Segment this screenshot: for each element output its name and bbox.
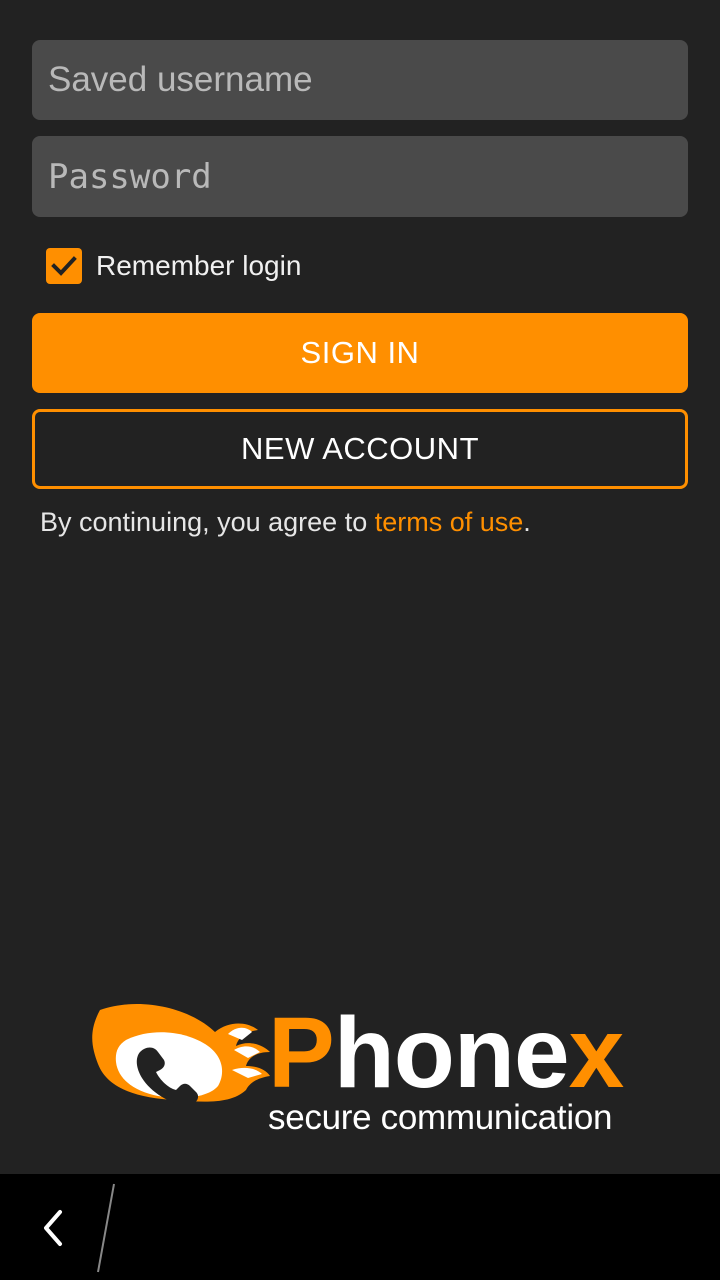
brand-letter-p: P (268, 997, 335, 1109)
brand-letters-hone: hone (333, 997, 570, 1109)
chevron-left-icon[interactable] (30, 1202, 80, 1252)
terms-notice: By continuing, you agree to terms of use… (40, 507, 531, 538)
brand-name: Phonex (268, 1003, 624, 1103)
checkmark-icon (51, 256, 77, 276)
remember-checkbox[interactable] (46, 248, 82, 284)
password-field[interactable] (32, 136, 688, 217)
terms-of-use-link[interactable]: terms of use (375, 507, 524, 537)
new-account-label: NEW ACCOUNT (241, 431, 479, 466)
remember-label: Remember login (96, 250, 302, 281)
remember-login-toggle[interactable]: Remember login (46, 247, 301, 285)
password-input[interactable] (48, 156, 672, 197)
brand-tagline: secure communication (268, 1098, 613, 1137)
username-field[interactable] (32, 40, 688, 120)
new-account-button[interactable]: NEW ACCOUNT (32, 409, 688, 489)
brand-letter-x: x (568, 997, 625, 1109)
terms-prefix: By continuing, you agree to (40, 507, 375, 537)
nav-divider (97, 1183, 115, 1273)
sign-in-button[interactable]: SIGN IN (32, 313, 688, 393)
system-nav-bar (0, 1174, 720, 1280)
sign-in-label: SIGN IN (300, 335, 420, 370)
username-input[interactable] (48, 60, 672, 100)
terms-suffix: . (523, 507, 531, 537)
